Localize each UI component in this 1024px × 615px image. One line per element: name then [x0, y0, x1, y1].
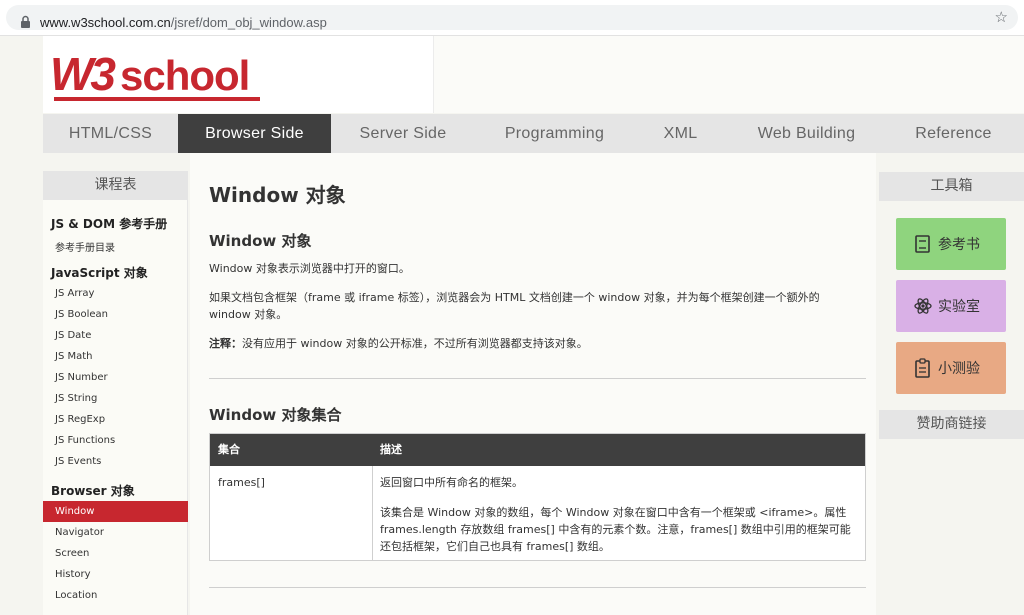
sidebar-section-jsdom: JS & DOM 参考手册 [51, 217, 168, 231]
nav-browser-side[interactable]: Browser Side [178, 114, 331, 153]
url-field[interactable]: www.w3school.com.cn/jsref/dom_obj_window… [6, 5, 1018, 30]
lock-icon [21, 15, 30, 28]
section-title-collections: Window 对象集合 [209, 406, 342, 424]
main-content: Window 对象 Window 对象 Window 对象表示浏览器中打开的窗口… [190, 153, 876, 615]
collections-table: 集合 描述 frames[] 返回窗口中所有命名的框架。 该集合是 Window… [209, 433, 866, 561]
sidebar-item-navigator[interactable]: Navigator [55, 527, 104, 538]
sidebar-item-ref-index[interactable]: 参考手册目录 [55, 239, 115, 254]
tool-label: 小测验 [938, 361, 980, 377]
nav-reference[interactable]: Reference [895, 114, 1012, 153]
sidebar-item-location[interactable]: Location [55, 590, 97, 601]
sponsor-title: 赞助商链接 [879, 410, 1024, 439]
note-paragraph: 注释：没有应用于 window 对象的公开标准，不过所有浏览器都支持该对象。 [209, 335, 849, 352]
table-cell-name: frames[] [218, 476, 265, 489]
book-icon [915, 235, 930, 253]
clipboard-icon [915, 358, 930, 378]
table-column-divider [372, 466, 373, 560]
section-title-window: Window 对象 [209, 232, 312, 250]
page: W3 school HTML/CSS Browser Side Server S… [0, 36, 1024, 615]
note-label: 注释： [209, 337, 242, 350]
toolbox-sidebar: 工具箱 参考书 实验室 小测验 赞助商链接 [879, 172, 1024, 615]
section-paragraph: 如果文档包含框架（frame 或 iframe 标签），浏览器会为 HTML 文… [209, 291, 820, 321]
tool-button-quiz[interactable]: 小测验 [896, 342, 1006, 394]
sidebar-item-js-math[interactable]: JS Math [55, 351, 93, 362]
sidebar-item-js-string[interactable]: JS String [55, 393, 97, 404]
w3school-logo[interactable]: W3 school [50, 50, 270, 106]
sidebar-item-history[interactable]: History [55, 569, 91, 580]
table-header-collection: 集合 [218, 443, 240, 456]
sidebar-item-js-regexp[interactable]: JS RegExp [55, 414, 105, 425]
atom-icon [914, 298, 932, 314]
sidebar-item-js-number[interactable]: JS Number [55, 372, 108, 383]
nav-html-css[interactable]: HTML/CSS [43, 114, 178, 153]
page-title: Window 对象 [209, 183, 346, 207]
divider [209, 378, 866, 379]
url-path: /jsref/dom_obj_window.asp [170, 15, 327, 30]
section-paragraph: Window 对象表示浏览器中打开的窗口。 [209, 262, 410, 275]
sidebar-item-js-array[interactable]: JS Array [55, 288, 94, 299]
sidebar-item-js-boolean[interactable]: JS Boolean [55, 309, 108, 320]
course-sidebar: 课程表 JS & DOM 参考手册 参考手册目录 JavaScript 对象 J… [43, 171, 188, 615]
table-header-description: 描述 [380, 443, 402, 456]
url-text: www.w3school.com.cn/jsref/dom_obj_window… [40, 15, 327, 30]
table-cell-desc: 返回窗口中所有命名的框架。 [380, 476, 523, 489]
tool-label: 参考书 [938, 237, 980, 253]
divider [209, 587, 866, 588]
bookmark-star-icon[interactable]: ☆ [995, 8, 1008, 26]
sidebar-item-screen[interactable]: Screen [55, 548, 89, 559]
nav-server-side[interactable]: Server Side [333, 114, 473, 153]
sidebar-title: 课程表 [43, 171, 188, 200]
sidebar-section-js-objects: JavaScript 对象 [51, 266, 148, 280]
tool-button-lab[interactable]: 实验室 [896, 280, 1006, 332]
note-text: 没有应用于 window 对象的公开标准，不过所有浏览器都支持该对象。 [242, 337, 588, 350]
sidebar-item-js-functions[interactable]: JS Functions [55, 435, 115, 446]
table-header-row: 集合 描述 [210, 434, 865, 466]
sidebar-section-browser-objects: Browser 对象 [51, 484, 135, 498]
nav-programming[interactable]: Programming [481, 114, 628, 153]
nav-xml[interactable]: XML [643, 114, 718, 153]
sidebar-item-window[interactable]: Window [43, 501, 188, 522]
sidebar-item-js-events[interactable]: JS Events [55, 456, 101, 467]
svg-text:school: school [120, 52, 249, 99]
table-cell-desc-detail: 该集合是 Window 对象的数组，每个 Window 对象在窗口中含有一个框架… [380, 506, 851, 553]
tool-label: 实验室 [938, 299, 980, 315]
toolbox-title: 工具箱 [879, 172, 1024, 201]
tool-button-reference[interactable]: 参考书 [896, 218, 1006, 270]
nav-web-building[interactable]: Web Building [733, 114, 880, 153]
sidebar-item-js-date[interactable]: JS Date [55, 330, 91, 341]
browser-address-bar: www.w3school.com.cn/jsref/dom_obj_window… [0, 0, 1024, 36]
header-banner-area [433, 36, 1024, 113]
svg-text:W3: W3 [50, 50, 116, 100]
url-host: www.w3school.com.cn [40, 15, 171, 30]
main-nav: HTML/CSS Browser Side Server Side Progra… [43, 114, 1024, 153]
